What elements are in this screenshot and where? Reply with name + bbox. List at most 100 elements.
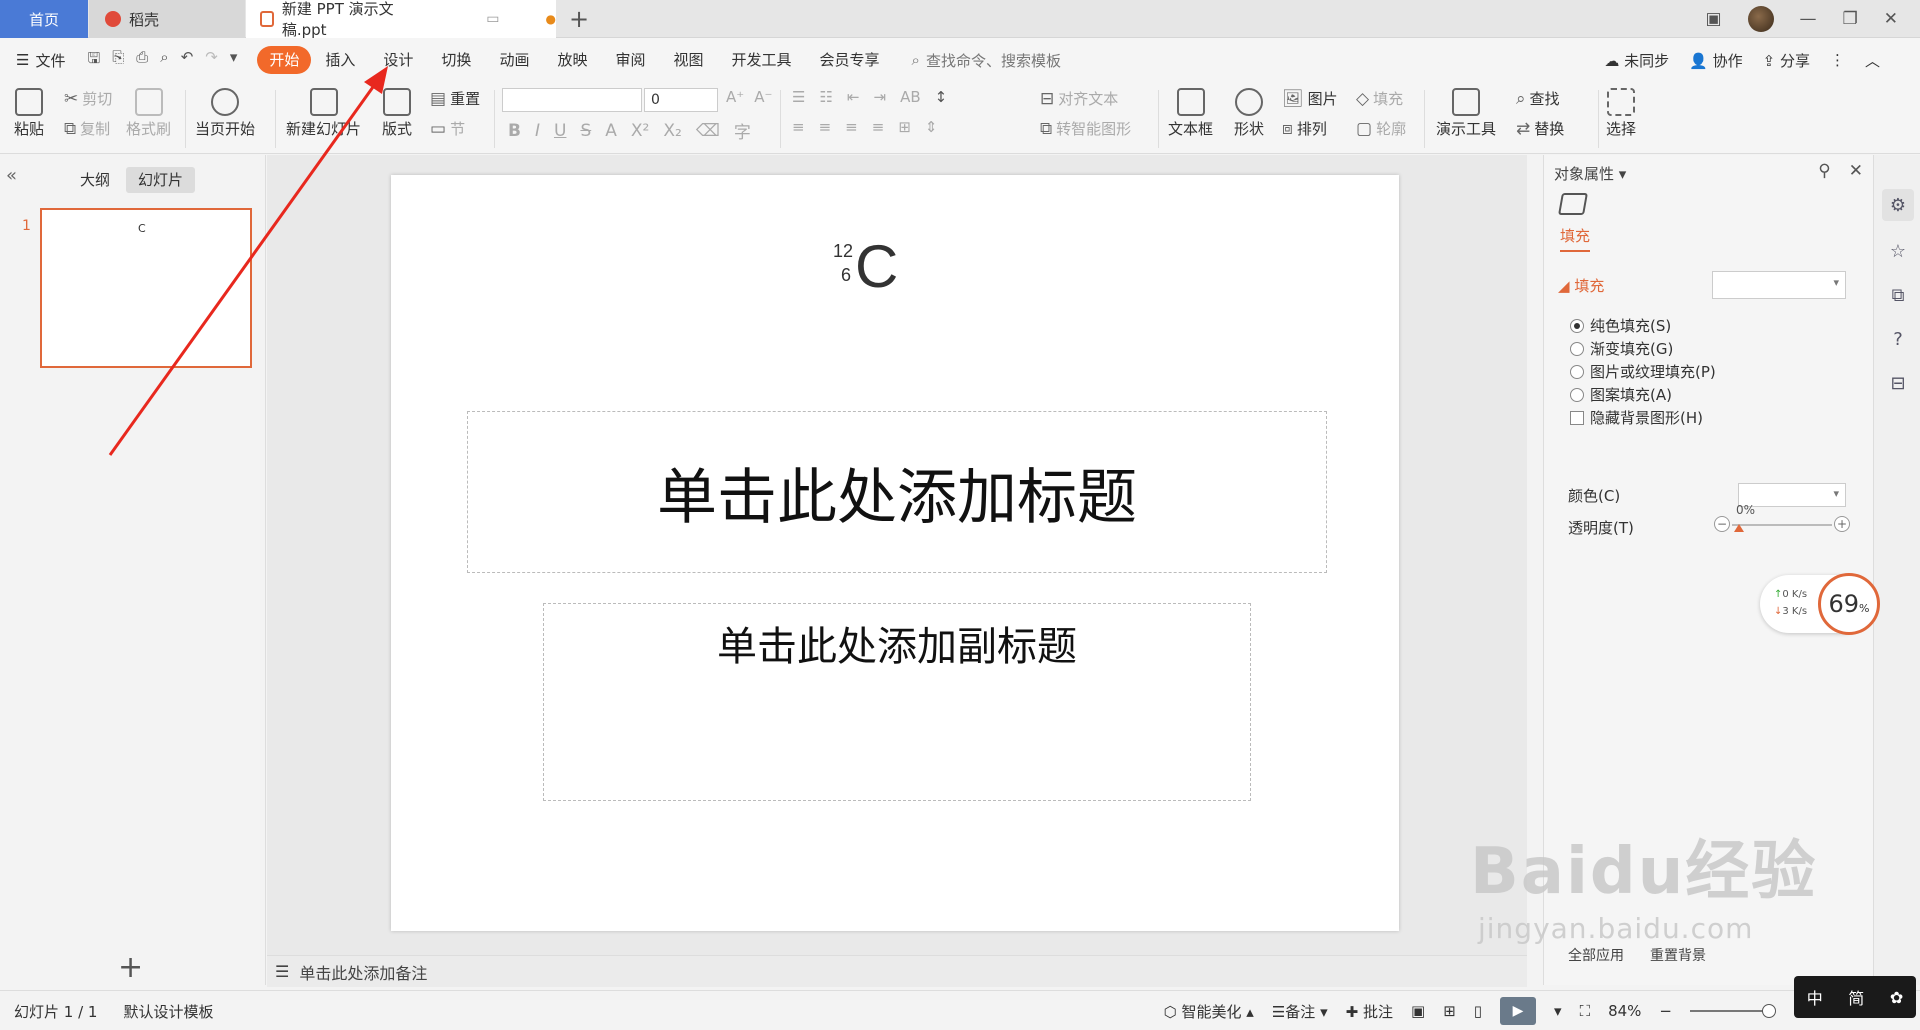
tab-docer[interactable]: 稻壳	[89, 0, 245, 38]
minimize-icon[interactable]: —	[1800, 9, 1817, 29]
strikethrough-icon[interactable]: S	[580, 121, 591, 141]
preview-icon[interactable]: ⌕	[160, 48, 168, 73]
smartart-button[interactable]: ⧉ 转智能图形	[1040, 118, 1131, 139]
font-color-icon[interactable]: A	[605, 121, 617, 141]
underline-icon[interactable]: U	[554, 121, 566, 141]
numbering-icon[interactable]: ☷	[819, 88, 832, 106]
hide-background-checkbox[interactable]: 隐藏背景图形(H)	[1570, 407, 1703, 428]
transform-icon[interactable]: ⧉	[1882, 279, 1914, 311]
pin-icon[interactable]: ⚲	[1818, 161, 1830, 181]
restore-icon[interactable]: ❐	[1843, 9, 1858, 29]
collapse-panel-icon[interactable]: «	[6, 165, 17, 186]
template-name[interactable]: 默认设计模板	[123, 1001, 213, 1022]
star-icon[interactable]: ☆	[1882, 235, 1914, 267]
sync-button[interactable]: ☁ 未同步	[1604, 50, 1669, 71]
zoom-level[interactable]: 84%	[1608, 1002, 1641, 1020]
slide[interactable]: 12 6 C 单击此处添加标题 单击此处添加副标题	[391, 175, 1399, 931]
comments-button[interactable]: ✚ 批注	[1346, 1001, 1393, 1022]
redo-icon[interactable]: ↷	[205, 48, 218, 73]
justify-icon[interactable]: ≡	[872, 118, 885, 136]
tab-start[interactable]: 开始	[257, 46, 312, 74]
arrange-button[interactable]: ⧈ 排列	[1282, 118, 1327, 139]
select-button[interactable]: 选择	[1606, 88, 1636, 139]
tab-review[interactable]: 审阅	[601, 46, 659, 74]
line-spacing-icon[interactable]: ⇕	[925, 118, 938, 136]
save-icon[interactable]: 🖫	[87, 48, 100, 73]
decrease-icon[interactable]: −	[1714, 516, 1730, 532]
close-icon[interactable]: ✕	[1884, 9, 1898, 29]
tab-animation[interactable]: 动画	[485, 46, 543, 74]
sort-icon[interactable]: ↕	[935, 88, 948, 106]
apply-all-button[interactable]: 全部应用	[1568, 945, 1624, 965]
present-icon[interactable]: ▭	[486, 11, 499, 27]
reset-button[interactable]: ▤ 重置	[430, 88, 480, 109]
tab-slideshow[interactable]: 放映	[543, 46, 601, 74]
sorter-view-icon[interactable]: ⊞	[1443, 1002, 1456, 1020]
zoom-out-icon[interactable]: −	[1659, 1002, 1672, 1020]
find-button[interactable]: ⌕ 查找	[1516, 88, 1560, 109]
properties-icon[interactable]: ⚙	[1882, 189, 1914, 221]
align-left-icon[interactable]: ≡	[792, 118, 805, 136]
bold-icon[interactable]: B	[508, 121, 521, 141]
network-monitor[interactable]: ↑0 K/s ↓3 K/s 69%	[1760, 573, 1880, 635]
tab-insert[interactable]: 插入	[311, 46, 369, 74]
picture-button[interactable]: 🖼 图片	[1282, 88, 1338, 109]
font-size-select[interactable]: 0	[644, 88, 718, 112]
tab-home[interactable]: 首页	[0, 0, 88, 38]
fill-type-select[interactable]	[1712, 271, 1846, 299]
normal-view-icon[interactable]: ▣	[1411, 1002, 1425, 1020]
shrink-font-icon[interactable]: A⁻	[754, 88, 772, 106]
phonetic-icon[interactable]: 字	[734, 118, 751, 143]
align-right-icon[interactable]: ≡	[845, 118, 858, 136]
close-panel-icon[interactable]: ✕	[1849, 161, 1863, 181]
copy-button[interactable]: ⧉ 复制	[64, 118, 110, 139]
tab-developer[interactable]: 开发工具	[718, 46, 806, 74]
subscript-icon[interactable]: X₂	[663, 121, 681, 141]
tab-fill[interactable]: 填充	[1560, 225, 1591, 252]
tab-slides[interactable]: 幻灯片	[126, 167, 196, 193]
zoom-slider[interactable]	[1690, 1004, 1776, 1018]
option-gradient-fill[interactable]: 渐变填充(G)	[1570, 338, 1673, 359]
beautify-button[interactable]: ⬡ 智能美化 ▴	[1164, 1001, 1254, 1022]
clear-format-icon[interactable]: ⌫	[696, 121, 720, 141]
text-direction-icon[interactable]: AB	[900, 88, 921, 106]
print-icon[interactable]: ⎙	[136, 48, 148, 73]
layout-button[interactable]: 版式	[382, 88, 412, 139]
avatar[interactable]	[1747, 6, 1774, 32]
ime-mode[interactable]: 简	[1848, 985, 1864, 1009]
align-center-icon[interactable]: ≡	[819, 118, 832, 136]
align-text-button[interactable]: ⊟ 对齐文本	[1040, 88, 1118, 109]
format-painter-button[interactable]: 格式刷	[126, 88, 171, 139]
ime-toolbar[interactable]: 中 简 ✿	[1794, 976, 1916, 1018]
fit-window-icon[interactable]: ⛶	[1580, 1002, 1591, 1020]
command-search[interactable]: ⌕ 查找命令、搜索模板	[912, 50, 1061, 71]
option-solid-fill[interactable]: 纯色填充(S)	[1570, 315, 1671, 336]
shapes-button[interactable]: 形状	[1234, 88, 1264, 139]
tab-outline[interactable]: 大纲	[68, 167, 122, 193]
help-icon[interactable]: ?	[1882, 323, 1914, 355]
superscript-icon[interactable]: X²	[631, 121, 649, 141]
tab-member[interactable]: 会员专享	[806, 46, 894, 74]
replace-button[interactable]: ⇄ 替换	[1516, 118, 1564, 139]
file-menu[interactable]: ☰ 文件	[16, 50, 65, 71]
notes-button[interactable]: ☰备注 ▾	[1272, 1001, 1328, 1022]
paste-button[interactable]: 粘贴	[14, 88, 44, 139]
option-picture-fill[interactable]: 图片或纹理填充(P)	[1570, 361, 1716, 382]
from-current-button[interactable]: 当页开始	[195, 88, 255, 139]
increase-icon[interactable]: +	[1834, 516, 1850, 532]
reading-view-icon[interactable]: ▯	[1474, 1002, 1482, 1020]
slider-thumb[interactable]	[1734, 524, 1744, 532]
fill-button[interactable]: ◇ 填充	[1356, 88, 1403, 109]
backup-icon[interactable]: ⊟	[1882, 367, 1914, 399]
nuclide-notation[interactable]: 12 6 C	[833, 237, 923, 311]
font-name-select[interactable]	[502, 88, 642, 112]
title-placeholder[interactable]: 单击此处添加标题	[467, 411, 1327, 573]
presenter-tools-button[interactable]: 演示工具	[1436, 88, 1496, 139]
play-options-icon[interactable]: ▾	[1554, 1002, 1562, 1020]
fill-section-header[interactable]: ◢ 填充	[1558, 275, 1604, 296]
tab-design[interactable]: 设计	[369, 46, 427, 74]
increase-indent-icon[interactable]: ⇥	[873, 88, 886, 106]
share-button[interactable]: ⇪ 分享	[1763, 50, 1810, 71]
tab-transition[interactable]: 切换	[427, 46, 485, 74]
bullets-icon[interactable]: ☰	[792, 88, 805, 106]
